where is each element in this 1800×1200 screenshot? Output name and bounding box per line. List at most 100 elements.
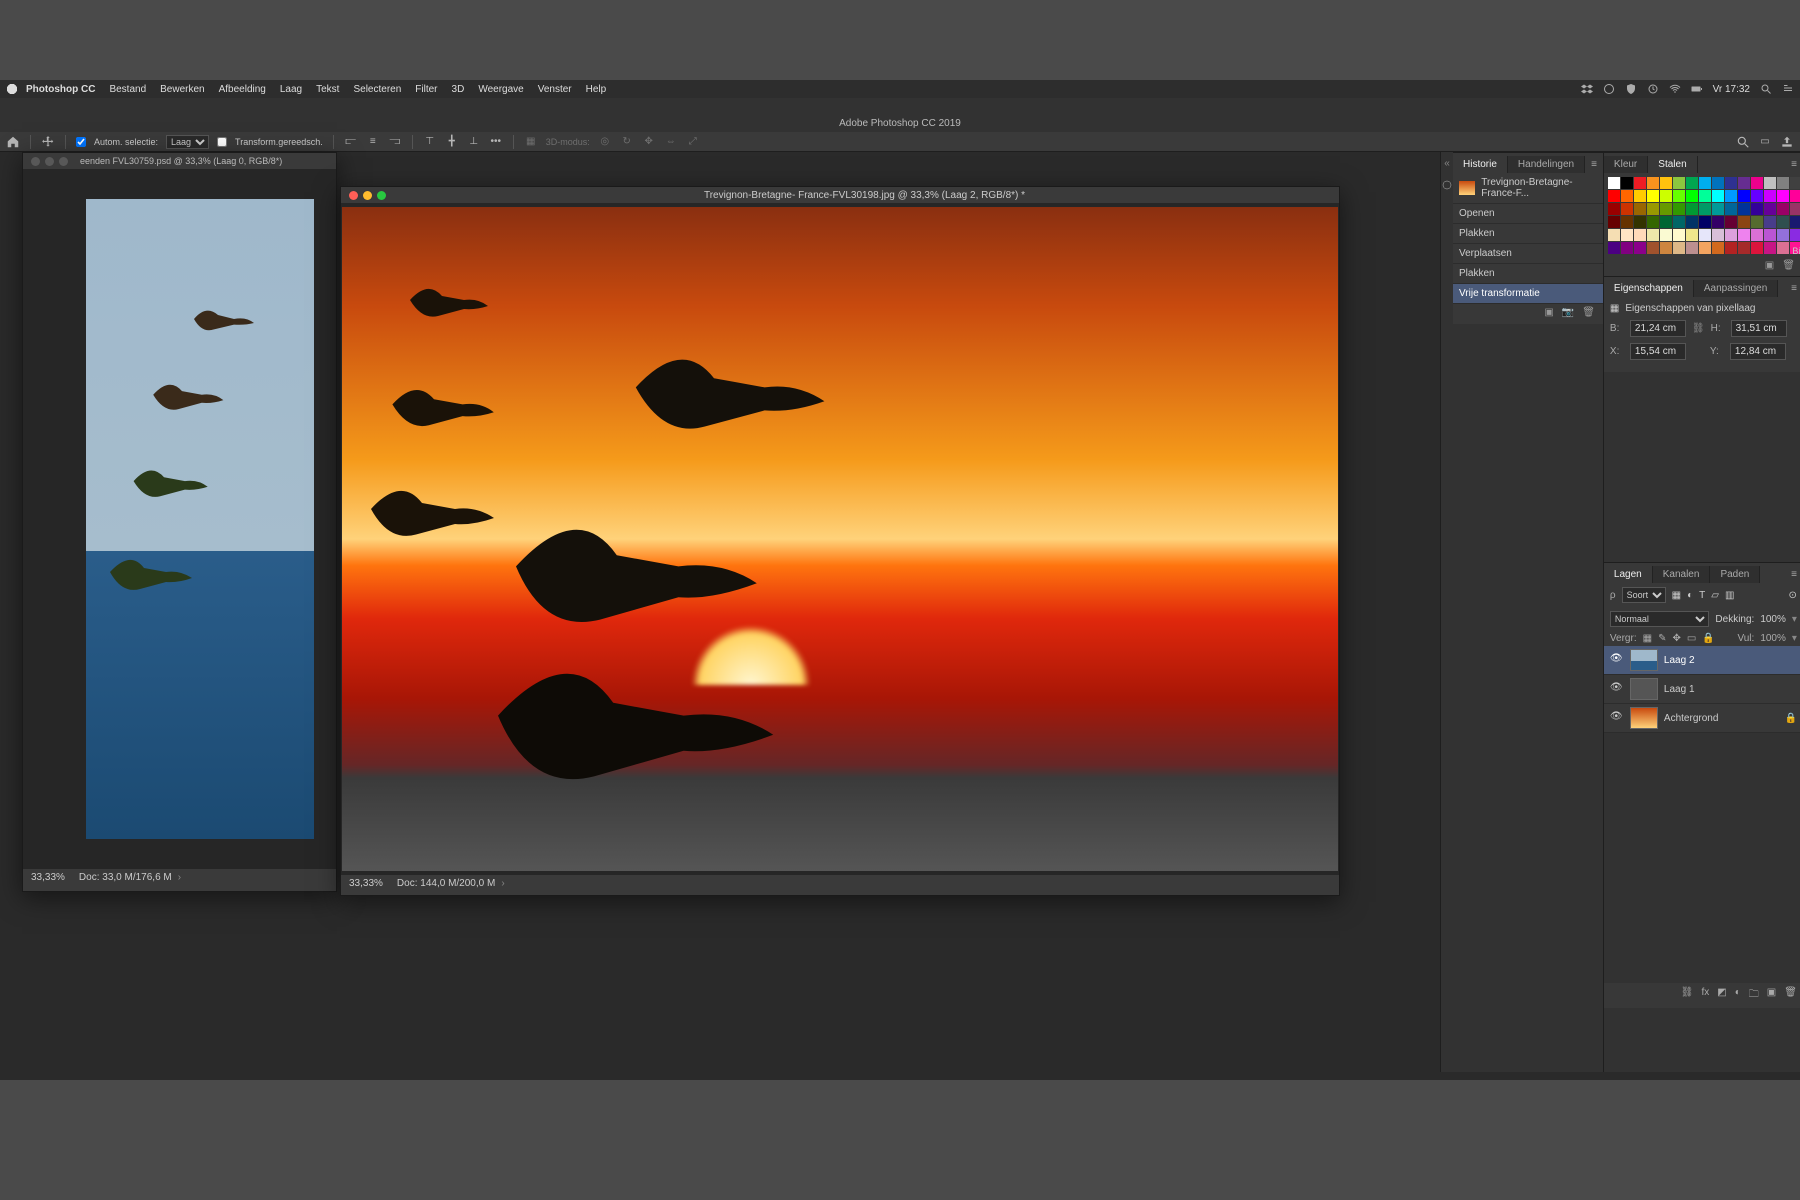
swatch[interactable]	[1790, 216, 1800, 228]
swatch[interactable]	[1712, 242, 1724, 254]
swatch[interactable]	[1634, 203, 1646, 215]
swatch[interactable]	[1712, 177, 1724, 189]
lock-pos-icon[interactable]: ✥	[1672, 633, 1680, 644]
swatch[interactable]	[1738, 229, 1750, 241]
tab-stalen[interactable]: Stalen	[1648, 156, 1697, 173]
layer-thumb[interactable]	[1630, 649, 1658, 671]
swatch[interactable]	[1712, 229, 1724, 241]
doc2-docinfo[interactable]: Doc: 144,0 M/200,0 M	[397, 878, 505, 889]
mask-icon[interactable]: ◩	[1717, 987, 1726, 1004]
lock-paint-icon[interactable]: ✎	[1658, 633, 1666, 644]
move-tool-icon[interactable]	[41, 135, 55, 149]
wifi-icon[interactable]	[1669, 83, 1681, 95]
swatch[interactable]	[1608, 229, 1620, 241]
layer-filter[interactable]: Soort	[1622, 587, 1666, 603]
new-layer-icon[interactable]: ▣	[1767, 987, 1776, 1004]
group-icon[interactable]: 🗀	[1749, 987, 1759, 1004]
swatch[interactable]	[1673, 203, 1685, 215]
align-right-icon[interactable]: ⫎	[388, 135, 402, 149]
link-icon[interactable]: ⛓	[1692, 323, 1705, 334]
swatch[interactable]	[1686, 177, 1698, 189]
prop-width[interactable]: 21,24 cm	[1630, 320, 1686, 337]
swatch[interactable]	[1764, 203, 1776, 215]
panel-menu-icon[interactable]: ≡	[1785, 566, 1800, 583]
tab-lagen[interactable]: Lagen	[1604, 566, 1653, 583]
swatch[interactable]	[1764, 190, 1776, 202]
window-controls[interactable]	[31, 157, 68, 166]
swatch[interactable]	[1751, 203, 1763, 215]
swatch[interactable]	[1777, 229, 1789, 241]
align-more-icon[interactable]: •••	[489, 135, 503, 149]
tab-aanpassingen[interactable]: Aanpassingen	[1694, 280, 1778, 297]
brush-settings-icon[interactable]	[1441, 179, 1453, 194]
align-top-icon[interactable]: ⊤	[423, 135, 437, 149]
panel-menu-icon[interactable]: ≡	[1785, 280, 1800, 297]
link-layers-icon[interactable]: ⛓	[1681, 987, 1694, 1004]
swatch[interactable]	[1699, 177, 1711, 189]
swatch[interactable]	[1699, 229, 1711, 241]
swatch[interactable]	[1621, 190, 1633, 202]
app-name[interactable]: Photoshop CC	[26, 84, 95, 95]
panel-menu-icon[interactable]: ≡	[1785, 156, 1800, 173]
cc-icon[interactable]	[1603, 83, 1615, 95]
menu-weergave[interactable]: Weergave	[478, 84, 523, 95]
swatch[interactable]	[1764, 242, 1776, 254]
align-bottom-icon[interactable]: ⊥	[467, 135, 481, 149]
swatch[interactable]	[1790, 190, 1800, 202]
swatch[interactable]	[1660, 177, 1672, 189]
battery-icon[interactable]	[1691, 83, 1703, 95]
swatch[interactable]	[1686, 190, 1698, 202]
swatch[interactable]	[1647, 216, 1659, 228]
menu-filter[interactable]: Filter	[415, 84, 437, 95]
swatch[interactable]	[1777, 177, 1789, 189]
prop-x[interactable]: 15,54 cm	[1630, 343, 1686, 360]
swatch[interactable]	[1660, 242, 1672, 254]
swatch[interactable]	[1686, 242, 1698, 254]
swatch-grid[interactable]	[1604, 173, 1800, 258]
filter-smart-icon[interactable]: ▥	[1725, 590, 1734, 601]
tab-historie[interactable]: Historie	[1453, 156, 1508, 173]
lock-artboard-icon[interactable]: ▭	[1687, 633, 1696, 644]
document-window-1[interactable]: eenden FVL30759.psd @ 33,3% (Laag 0, RGB…	[22, 152, 337, 892]
layer-name[interactable]: Achtergrond	[1664, 713, 1718, 724]
swatch[interactable]	[1790, 177, 1800, 189]
swatch[interactable]	[1647, 229, 1659, 241]
swatch[interactable]	[1647, 177, 1659, 189]
swatch[interactable]	[1712, 203, 1724, 215]
notifications-icon[interactable]	[1782, 83, 1794, 95]
swatch[interactable]	[1634, 177, 1646, 189]
swatch[interactable]	[1738, 177, 1750, 189]
swatch[interactable]	[1634, 242, 1646, 254]
swatch[interactable]	[1660, 190, 1672, 202]
swatch[interactable]	[1608, 177, 1620, 189]
menu-bestand[interactable]: Bestand	[109, 84, 146, 95]
filter-adjust-icon[interactable]: ◐	[1687, 590, 1693, 601]
swatch[interactable]	[1621, 216, 1633, 228]
filter-toggle[interactable]: ⊙	[1789, 590, 1797, 601]
swatch[interactable]	[1725, 216, 1737, 228]
visibility-icon[interactable]: 👁	[1610, 653, 1624, 667]
doc1-docinfo[interactable]: Doc: 33,0 M/176,6 M	[79, 872, 181, 883]
swatch[interactable]	[1673, 242, 1685, 254]
swatch[interactable]	[1764, 229, 1776, 241]
layer-row[interactable]: 👁 Laag 1	[1604, 675, 1800, 704]
swatch[interactable]	[1660, 203, 1672, 215]
swatch[interactable]	[1738, 242, 1750, 254]
history-item[interactable]: Plakken	[1453, 264, 1603, 284]
swatch[interactable]	[1647, 203, 1659, 215]
tab-eigenschappen[interactable]: Eigenschappen	[1604, 280, 1694, 297]
menu-venster[interactable]: Venster	[538, 84, 572, 95]
lock-trans-icon[interactable]: ▦	[1643, 633, 1652, 644]
menu-afbeelding[interactable]: Afbeelding	[219, 84, 266, 95]
spotlight-icon[interactable]	[1760, 83, 1772, 95]
tab-kanalen[interactable]: Kanalen	[1653, 566, 1711, 583]
swatch[interactable]	[1725, 190, 1737, 202]
visibility-icon[interactable]: 👁	[1610, 682, 1624, 696]
prop-height[interactable]: 31,51 cm	[1731, 320, 1787, 337]
clock[interactable]: Vr 17:32	[1713, 84, 1750, 95]
swatch[interactable]	[1738, 203, 1750, 215]
swatch[interactable]	[1634, 216, 1646, 228]
swatch[interactable]	[1686, 216, 1698, 228]
menu-3d[interactable]: 3D	[452, 84, 465, 95]
backup-icon[interactable]	[1647, 83, 1659, 95]
